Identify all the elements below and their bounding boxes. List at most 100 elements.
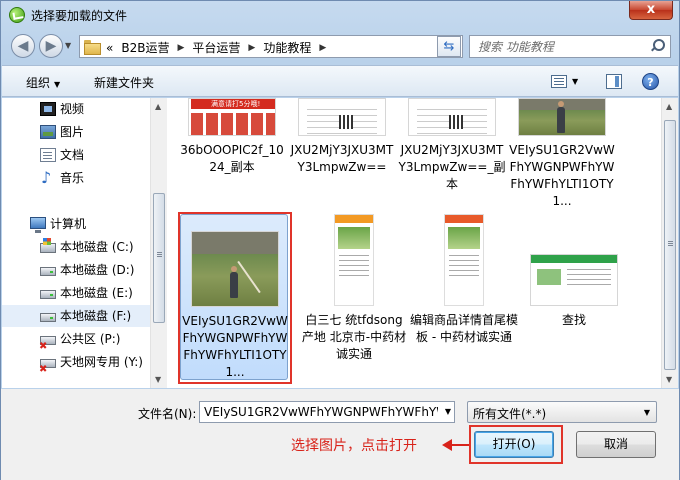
filename-label: 文件名(N): [138, 407, 197, 421]
scrollbar-thumb[interactable] [153, 193, 165, 323]
file-name: VEIySU1GR2VwWFhYWGNPWFhYWFhYWFhYLTI1OTY1… [509, 143, 615, 208]
navigation-scrollbar[interactable]: ▲ ▼ [150, 98, 167, 388]
nav-item-computer[interactable]: 计算机 [2, 213, 150, 235]
chevron-down-icon: ▼ [643, 408, 650, 417]
close-button[interactable]: x [629, 1, 673, 20]
annotation-arrow-line [451, 444, 471, 446]
instruction-annotation: 选择图片，点击打开 [291, 438, 417, 454]
breadcrumb: « B2B运营 ▶ 平台运营 ▶ 功能教程 ▶ [106, 39, 326, 56]
product-image [338, 227, 370, 249]
music-icon [40, 167, 56, 189]
scroll-up-icon[interactable]: ▲ [155, 102, 161, 111]
organize-label: 组织 [26, 76, 51, 90]
breadcrumb-item-b2b[interactable]: B2B运营 [121, 39, 169, 56]
scrollbar-thumb[interactable] [664, 120, 676, 370]
product-grid-image [191, 113, 275, 135]
filename-combobox[interactable]: ▼ [199, 401, 455, 423]
file-list-scrollbar[interactable]: ▲ ▼ [661, 98, 678, 388]
new-folder-button[interactable]: 新建文件夹 [94, 74, 154, 91]
file-item[interactable]: VEIySU1GR2VwWFhYWGNPWFhYWFhYWFhYLTI1OTY1… [508, 98, 616, 208]
nav-item-label: 视频 [60, 102, 85, 116]
file-name: JXU2MjY3JXU3MTY3LmpwZw== [290, 143, 394, 174]
breadcrumb-item-tutorials[interactable]: 功能教程 [263, 39, 311, 56]
back-button[interactable]: ◀ [11, 34, 35, 58]
recent-locations-chevron-icon[interactable]: ▼ [65, 41, 71, 50]
nav-item-drive-c[interactable]: 本地磁盘 (C:) [2, 236, 150, 258]
file-name: JXU2MjY3JXU3MTY3LmpwZw==_副本 [398, 143, 506, 191]
farmer-figure [557, 101, 565, 133]
nav-item-music[interactable]: 音乐 [2, 167, 150, 189]
breadcrumb-overflow[interactable]: « [106, 41, 113, 55]
documents-icon [40, 148, 56, 162]
nav-item-videos[interactable]: 视频 [2, 98, 150, 120]
refresh-button[interactable]: ⇆ [437, 36, 461, 57]
nav-item-drive-d[interactable]: 本地磁盘 (D:) [2, 259, 150, 281]
file-type-value: 所有文件(*.*) [473, 407, 547, 421]
nav-item-drive-p[interactable]: 公共区 (P:) [2, 328, 150, 358]
folder-icon [84, 39, 101, 55]
product-image [448, 227, 480, 249]
qr-code-icon [449, 115, 463, 129]
annotation-highlight-box [469, 425, 563, 464]
address-bar[interactable]: « B2B运营 ▶ 平台运营 ▶ 功能教程 ▶ ▼ [79, 35, 463, 58]
system-disk-icon [40, 238, 56, 253]
file-item[interactable]: 查找 [520, 214, 628, 380]
file-list[interactable]: 满意请打5分哦! 36bOOOPIC2f_1024_副本 JXU2MjY3JXU… [168, 98, 661, 388]
network-disk-icon [39, 359, 56, 381]
text-lines [339, 255, 369, 256]
nav-item-drive-f[interactable]: 本地磁盘 (F:) [2, 305, 150, 327]
filename-input[interactable] [204, 404, 438, 420]
grip-icon [668, 241, 673, 242]
file-thumbnail [530, 254, 618, 306]
file-item[interactable]: JXU2MjY3JXU3MTY3LmpwZw==_副本 [398, 98, 506, 208]
file-item[interactable]: 白三七 统tfdsong 产地 北京市-中药材诚实通 [300, 214, 408, 380]
nav-item-label: 文档 [60, 148, 85, 162]
file-item[interactable]: 编辑商品详情首尾模板 - 中药材诚实通 [410, 214, 518, 380]
banner-text: 满意请打5分哦! [211, 100, 261, 108]
text-lines [449, 255, 479, 256]
nav-item-pictures[interactable]: 图片 [2, 121, 150, 143]
organize-menu[interactable]: 组织 ▼ [26, 74, 60, 91]
cancel-button[interactable]: 取消 [576, 431, 656, 458]
document-lines [307, 109, 377, 110]
scroll-down-icon[interactable]: ▼ [666, 375, 672, 384]
forward-arrow-icon: ▶ [45, 38, 57, 54]
nav-item-documents[interactable]: 文档 [2, 144, 150, 166]
breadcrumb-separator-icon[interactable]: ▶ [319, 43, 326, 53]
nav-item-label: 音乐 [60, 171, 85, 185]
search-input[interactable] [478, 38, 644, 55]
change-view-icon[interactable] [551, 75, 567, 88]
computer-icon [30, 217, 46, 233]
file-item[interactable]: JXU2MjY3JXU3MTY3LmpwZw== [288, 98, 396, 208]
title-bar[interactable]: 选择要加载的文件 x [1, 1, 679, 29]
nav-item-label: 计算机 [50, 217, 87, 231]
video-icon [40, 102, 56, 116]
breadcrumb-separator-icon[interactable]: ▶ [177, 43, 184, 53]
scroll-down-icon[interactable]: ▼ [155, 375, 161, 384]
pictures-icon [40, 125, 56, 139]
view-options-chevron-icon[interactable]: ▼ [572, 77, 578, 86]
preview-pane-icon[interactable] [606, 74, 622, 89]
breadcrumb-separator-icon[interactable]: ▶ [248, 43, 255, 53]
search-icon[interactable] [650, 39, 665, 53]
nav-item-drive-e[interactable]: 本地磁盘 (E:) [2, 282, 150, 304]
forward-button[interactable]: ▶ [39, 34, 63, 58]
nav-item-label: 图片 [60, 125, 85, 139]
file-item[interactable]: 满意请打5分哦! 36bOOOPIC2f_1024_副本 [178, 98, 286, 208]
dialog-footer: 文件名(N): ▼ 所有文件(*.*) ▼ 选择图片，点击打开 打开(O) 取消 [1, 389, 679, 480]
scroll-up-icon[interactable]: ▲ [666, 102, 672, 111]
text-lines [567, 269, 611, 270]
search-box[interactable] [469, 35, 671, 58]
nav-item-drive-y[interactable]: 天地网专用 (Y:) [2, 351, 150, 381]
disk-icon [40, 290, 56, 299]
file-type-select[interactable]: 所有文件(*.*) ▼ [467, 401, 657, 423]
file-thumbnail [298, 98, 386, 136]
browser-area: 视频 图片 文档 音乐 计算机 [2, 98, 678, 388]
phone-page-image [334, 214, 374, 306]
help-icon[interactable]: ? [642, 73, 659, 90]
chevron-down-icon[interactable]: ▼ [445, 407, 451, 416]
chevron-down-icon: ▼ [54, 80, 61, 89]
website-header-bar [531, 255, 617, 263]
breadcrumb-item-platform[interactable]: 平台运营 [192, 39, 240, 56]
navigation-pane[interactable]: 视频 图片 文档 音乐 计算机 [2, 98, 150, 388]
